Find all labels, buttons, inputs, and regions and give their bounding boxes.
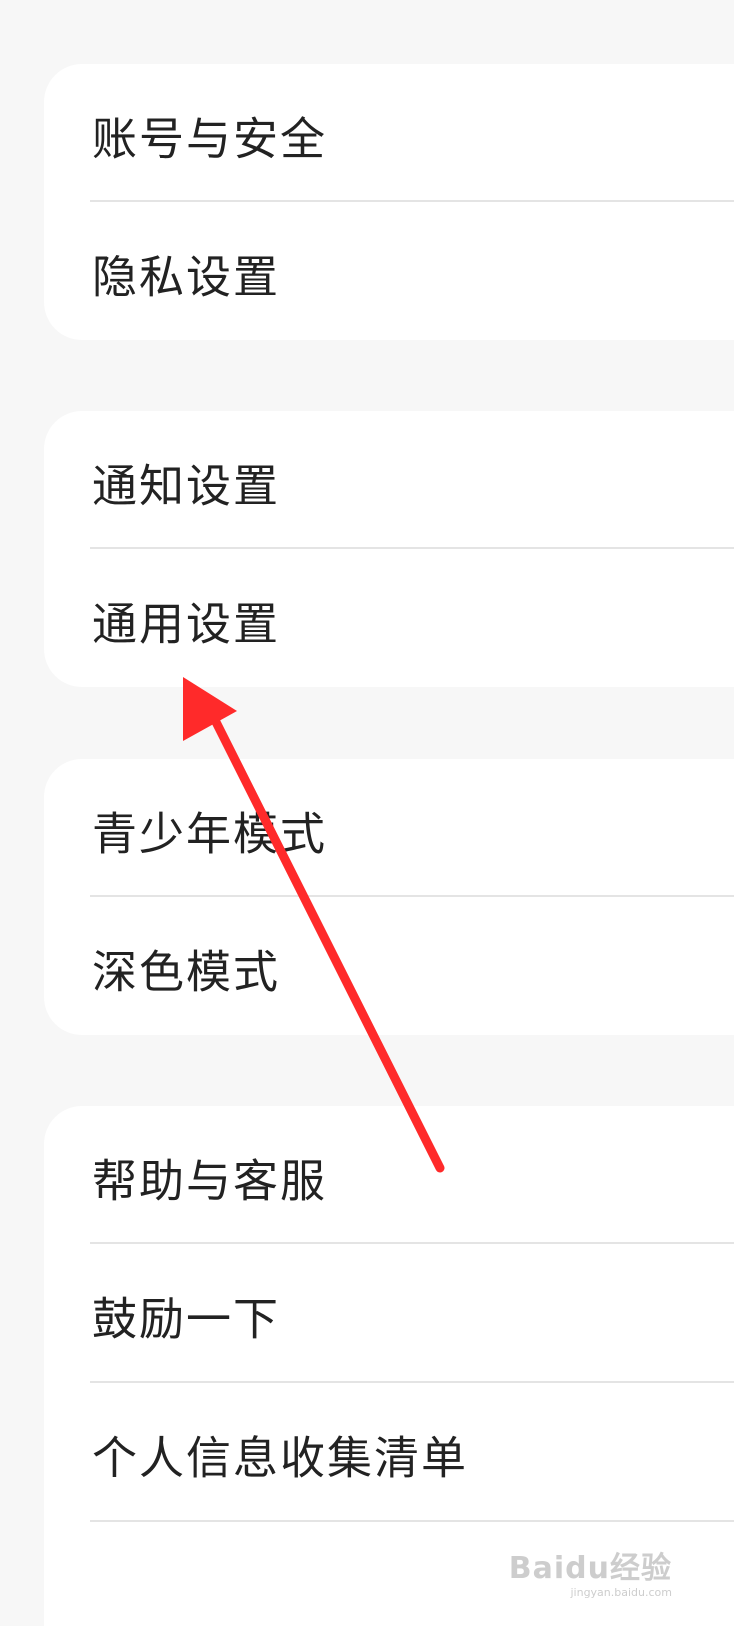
settings-item-teen-mode[interactable]: 青少年模式	[44, 759, 734, 901]
settings-item-personal-info-list[interactable]: 个人信息收集清单	[44, 1383, 734, 1525]
settings-item-label: 帮助与客服	[92, 1154, 328, 1208]
divider	[90, 1520, 734, 1522]
settings-item-label: 账号与安全	[92, 112, 328, 166]
settings-item-label: 隐私设置	[92, 250, 281, 304]
settings-group-account: 账号与安全 隐私设置	[44, 64, 734, 340]
settings-item-privacy[interactable]: 隐私设置	[44, 202, 734, 344]
watermark-logo: Baidu经验	[508, 1551, 672, 1586]
settings-item-account-security[interactable]: 账号与安全	[44, 64, 734, 206]
settings-item-notifications[interactable]: 通知设置	[44, 411, 734, 553]
settings-page: 账号与安全 隐私设置 通知设置 通用设置 青少年模式 深色模式 帮助与客服 鼓励…	[0, 0, 734, 1626]
settings-item-dark-mode[interactable]: 深色模式	[44, 897, 734, 1039]
settings-item-label: 通知设置	[92, 459, 281, 513]
settings-group-general: 通知设置 通用设置	[44, 411, 734, 687]
watermark-domain: jingyan.baidu.com	[570, 1586, 672, 1599]
settings-item-label: 深色模式	[92, 945, 281, 999]
settings-item-label: 鼓励一下	[92, 1292, 281, 1346]
settings-item-label: 通用设置	[92, 597, 281, 651]
watermark: Baidu经验 jingyan.baidu.com	[509, 1552, 672, 1600]
settings-item-rate-app[interactable]: 鼓励一下	[44, 1244, 734, 1386]
settings-group-modes: 青少年模式 深色模式	[44, 759, 734, 1035]
settings-item-label: 青少年模式	[92, 807, 328, 861]
settings-item-help-support[interactable]: 帮助与客服	[44, 1106, 734, 1248]
settings-item-general-settings[interactable]: 通用设置	[44, 549, 734, 691]
settings-group-support: 帮助与客服 鼓励一下 个人信息收集清单	[44, 1106, 734, 1626]
settings-item-label: 个人信息收集清单	[92, 1431, 469, 1485]
